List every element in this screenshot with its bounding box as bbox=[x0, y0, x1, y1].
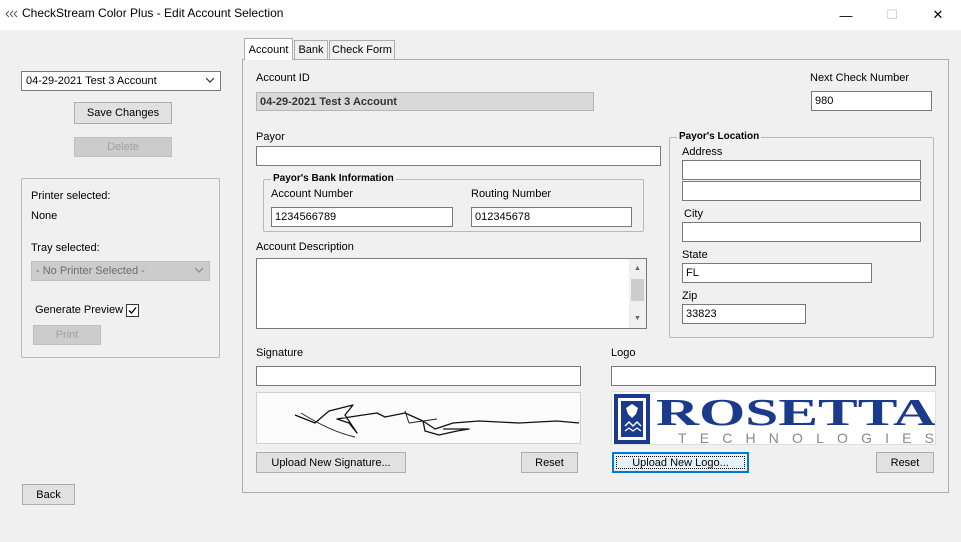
address-line2-field[interactable] bbox=[682, 181, 921, 201]
logo-image: ROSETTA TECHNOLOGIES bbox=[611, 391, 936, 445]
payor-location-title: Payor's Location bbox=[677, 131, 762, 142]
zip-field[interactable]: 33823 bbox=[682, 304, 806, 324]
rosetta-logo: ROSETTA TECHNOLOGIES bbox=[614, 392, 936, 444]
tab-check-form[interactable]: Check Form bbox=[329, 40, 395, 59]
tray-selected-label: Tray selected: bbox=[31, 242, 100, 254]
app-icon bbox=[5, 10, 18, 18]
tab-account[interactable]: Account bbox=[244, 38, 293, 60]
close-icon: ✕ bbox=[932, 7, 944, 22]
payor-bank-info-title: Payor's Bank Information bbox=[271, 173, 396, 184]
close-button[interactable]: ✕ bbox=[915, 0, 961, 30]
signature-drawing bbox=[294, 404, 580, 438]
generate-preview-label: Generate Preview bbox=[35, 304, 124, 316]
account-select-value: 04-29-2021 Test 3 Account bbox=[26, 75, 157, 87]
account-number-field[interactable]: 1234566789 bbox=[271, 207, 453, 227]
account-number-label: Account Number bbox=[271, 188, 353, 200]
upload-logo-label: Upload New Logo... bbox=[632, 456, 729, 469]
account-select[interactable]: 04-29-2021 Test 3 Account bbox=[21, 71, 221, 91]
tray-select[interactable]: - No Printer Selected - bbox=[31, 261, 210, 281]
logo-path-field[interactable] bbox=[611, 366, 936, 386]
zip-label: Zip bbox=[682, 290, 698, 302]
save-changes-button[interactable]: Save Changes bbox=[74, 102, 172, 124]
upload-signature-button[interactable]: Upload New Signature... bbox=[256, 452, 406, 473]
maximize-icon: ☐ bbox=[886, 7, 898, 22]
upload-logo-button[interactable]: Upload New Logo... bbox=[612, 452, 749, 473]
checkmark-icon bbox=[128, 307, 137, 314]
next-check-number-label: Next Check Number bbox=[810, 72, 910, 84]
next-check-number-field[interactable]: 980 bbox=[811, 91, 932, 111]
scroll-thumb[interactable] bbox=[631, 279, 644, 301]
city-label: City bbox=[684, 208, 703, 220]
logo-reset-button[interactable]: Reset bbox=[876, 452, 934, 473]
maximize-button[interactable]: ☐ bbox=[869, 0, 915, 30]
print-button[interactable]: Print bbox=[33, 325, 101, 345]
signature-path-field[interactable] bbox=[256, 366, 581, 386]
printer-selected-label: Printer selected: bbox=[31, 190, 111, 202]
back-button[interactable]: Back bbox=[22, 484, 75, 505]
delete-button[interactable]: Delete bbox=[74, 137, 172, 157]
account-id-field: 04-29-2021 Test 3 Account bbox=[256, 92, 594, 111]
minimize-icon: — bbox=[839, 7, 853, 23]
chevron-down-icon bbox=[195, 267, 203, 273]
scroll-down-icon[interactable]: ▼ bbox=[629, 310, 646, 327]
state-field[interactable]: FL bbox=[682, 263, 872, 283]
logo-main-text: ROSETTA bbox=[656, 392, 936, 434]
tab-bank[interactable]: Bank bbox=[294, 40, 328, 59]
routing-number-field[interactable]: 012345678 bbox=[471, 207, 632, 227]
payor-field[interactable] bbox=[256, 146, 661, 166]
generate-preview-checkbox[interactable] bbox=[126, 304, 139, 317]
scrollbar[interactable]: ▲ ▼ bbox=[629, 259, 646, 328]
scroll-up-icon[interactable]: ▲ bbox=[629, 260, 646, 277]
account-id-label: Account ID bbox=[256, 72, 310, 84]
address-line1-field[interactable] bbox=[682, 160, 921, 180]
account-description-label: Account Description bbox=[256, 241, 354, 253]
signature-image bbox=[256, 392, 581, 444]
address-label: Address bbox=[682, 146, 723, 158]
logo-label: Logo bbox=[611, 347, 636, 359]
city-field[interactable] bbox=[682, 222, 921, 242]
signature-reset-button[interactable]: Reset bbox=[521, 452, 578, 473]
account-description-field[interactable]: ▲ ▼ bbox=[256, 258, 647, 329]
tray-select-value: - No Printer Selected - bbox=[36, 265, 145, 277]
printer-value: None bbox=[31, 210, 58, 222]
payor-label: Payor bbox=[256, 131, 285, 143]
routing-number-label: Routing Number bbox=[471, 188, 552, 200]
window-title: CheckStream Color Plus - Edit Account Se… bbox=[22, 6, 284, 20]
state-label: State bbox=[682, 249, 708, 261]
minimize-button[interactable]: — bbox=[823, 0, 869, 30]
signature-label: Signature bbox=[256, 347, 304, 359]
chevron-down-icon bbox=[206, 77, 214, 83]
title-bar: CheckStream Color Plus - Edit Account Se… bbox=[0, 0, 961, 30]
